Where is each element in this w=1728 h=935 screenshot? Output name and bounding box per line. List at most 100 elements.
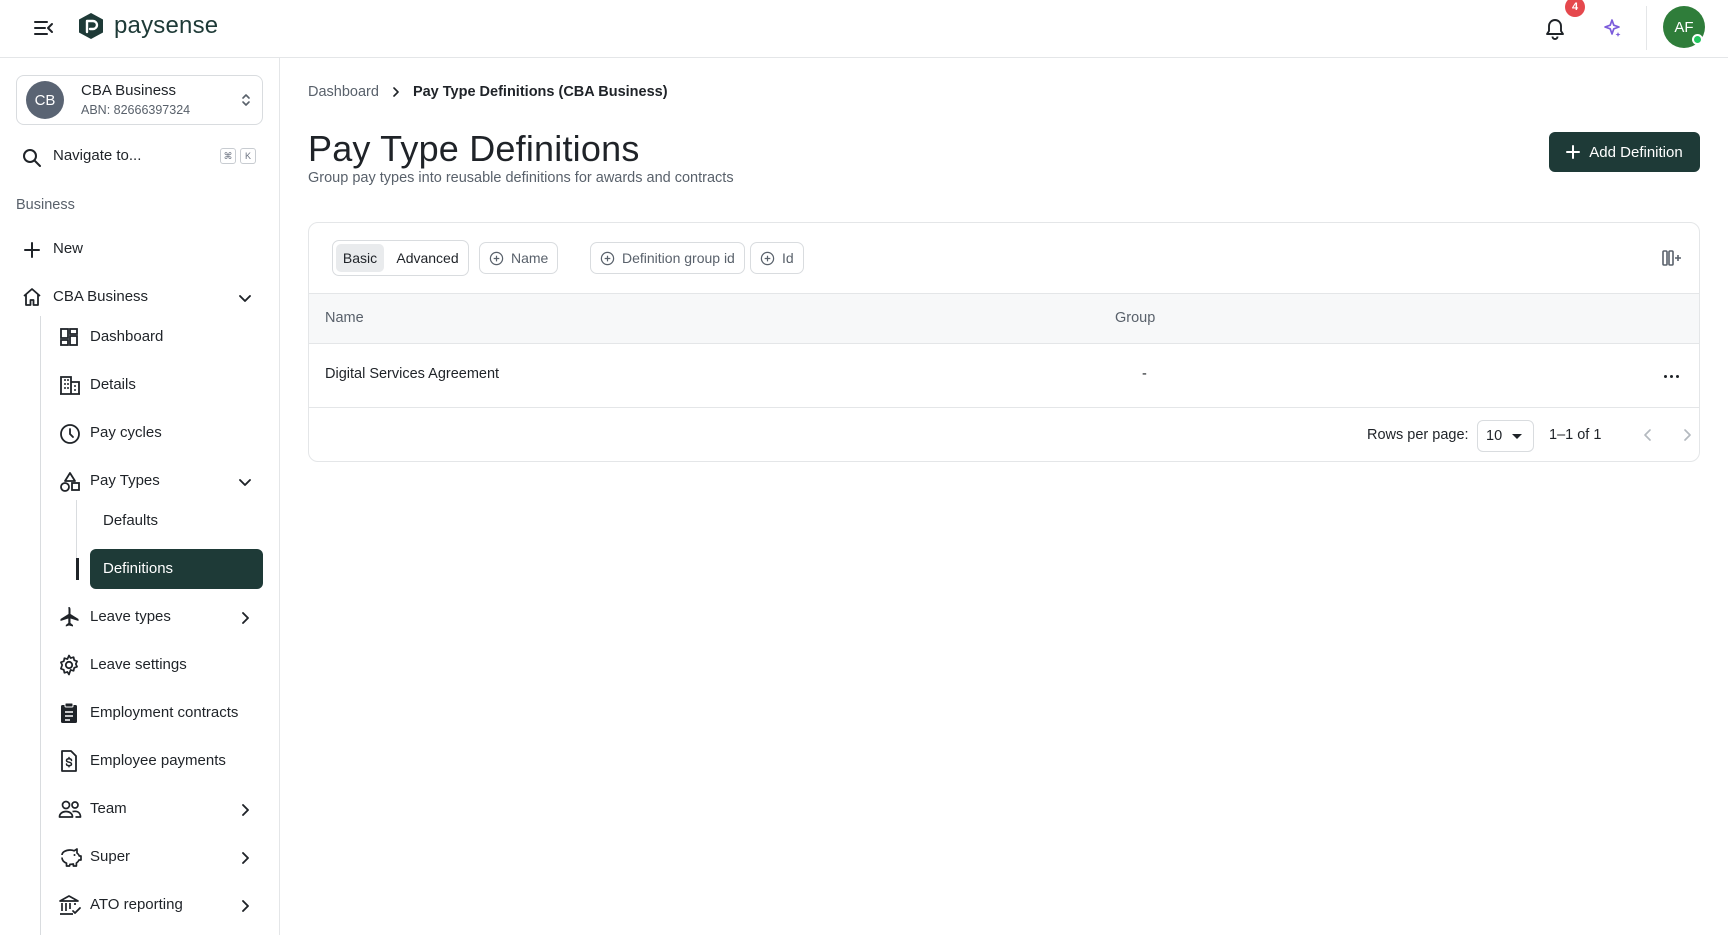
piggy-bank-icon [61, 848, 82, 867]
sidebar-item-label: Employee payments [90, 752, 226, 769]
sidebar-item-employment-contracts[interactable]: Employment contracts [56, 695, 265, 731]
filter-mode-toggle: Basic Advanced [332, 240, 469, 276]
definitions-table-card: Basic Advanced Name Definition group id … [308, 222, 1700, 462]
rows-per-page-label: Rows per page: [1367, 427, 1469, 443]
chevron-right-icon [393, 87, 399, 97]
sidebar-item-leave-types[interactable]: Leave types [56, 599, 265, 635]
pagination-range: 1–1 of 1 [1549, 427, 1602, 443]
cell-name: Digital Services Agreement [325, 366, 500, 382]
sidebar-item-defaults[interactable]: Defaults [90, 503, 263, 539]
topbar-divider [1646, 6, 1647, 50]
business-avatar: CB [26, 81, 64, 119]
more-actions-icon[interactable] [1659, 366, 1683, 386]
sidebar-item-dashboard[interactable]: Dashboard [56, 319, 265, 355]
previous-page-icon[interactable] [1638, 425, 1658, 445]
sidebar-item-label: Dashboard [90, 328, 164, 345]
chevron-right-icon [242, 900, 249, 912]
top-bar: paysense 4 AF [0, 0, 1728, 58]
filter-chip-id[interactable]: Id [750, 242, 804, 274]
plus-circle-icon [489, 251, 504, 265]
pagination: Rows per page: 10 1–1 of 1 [309, 408, 1699, 461]
column-header-name[interactable]: Name [325, 310, 364, 326]
add-definition-button[interactable]: Add Definition [1549, 132, 1700, 172]
shortcut-k-key: K [240, 148, 256, 164]
sidebar-item-label: Leave types [90, 608, 171, 625]
sidebar-item-label: Defaults [103, 512, 159, 529]
navigate-search[interactable]: Navigate to... ⌘ K [20, 142, 265, 172]
plus-icon [1566, 145, 1581, 159]
rows-per-page-select[interactable]: 10 [1477, 420, 1534, 452]
menu-collapse-icon[interactable] [30, 14, 58, 42]
main-content: Dashboard Pay Type Definitions (CBA Busi… [281, 58, 1728, 935]
notifications-bell-icon[interactable] [1540, 14, 1570, 44]
filter-bar: Basic Advanced Name Definition group id … [309, 223, 1699, 294]
table-header: Name Group [309, 294, 1699, 344]
filter-mode-advanced[interactable]: Advanced [389, 244, 466, 272]
sidebar-item-super[interactable]: Super [56, 839, 265, 875]
shortcut-cmd-key: ⌘ [220, 148, 236, 164]
bank-icon [59, 895, 81, 915]
sidebar-item-label: Pay Types [90, 472, 160, 489]
filter-chip-label: Id [782, 250, 794, 266]
sidebar-item-employee-payments[interactable]: Employee payments [56, 743, 265, 779]
sidebar: CB CBA Business ABN: 82666397324 Navigat… [0, 58, 280, 935]
manage-columns-icon[interactable] [1661, 248, 1683, 268]
sidebar-item-pay-types[interactable]: Pay Types [56, 463, 265, 499]
sidebar-item-definitions[interactable]: Definitions [90, 549, 263, 589]
people-icon [58, 800, 82, 818]
chevron-right-icon [242, 852, 249, 864]
sidebar-item-new[interactable]: New [20, 231, 265, 267]
dashboard-icon [60, 328, 78, 346]
sidebar-group-label: CBA Business [53, 288, 149, 305]
page-subtitle: Group pay types into reusable definition… [308, 170, 734, 186]
chevron-down-icon [239, 479, 251, 486]
clipboard-icon [61, 702, 77, 723]
plus-icon [24, 242, 40, 258]
column-header-group[interactable]: Group [1115, 310, 1155, 326]
logo[interactable]: paysense [78, 12, 218, 40]
building-icon [60, 376, 80, 395]
gear-icon [60, 654, 78, 676]
filter-chip-label: Name [511, 250, 549, 266]
navigate-search-label: Navigate to... [53, 147, 142, 164]
dollar-document-icon [61, 750, 77, 772]
clock-icon [60, 424, 80, 444]
page-title: Pay Type Definitions [308, 128, 640, 169]
sidebar-item-label: ATO reporting [90, 896, 183, 913]
plus-circle-icon [760, 251, 775, 265]
breadcrumb: Dashboard Pay Type Definitions (CBA Busi… [308, 84, 668, 100]
section-title-business: Business [16, 197, 75, 213]
breadcrumb-dashboard-link[interactable]: Dashboard [308, 84, 379, 100]
filter-chip-definition-group-id[interactable]: Definition group id [590, 242, 745, 274]
filter-chip-name[interactable]: Name [479, 242, 559, 274]
chevron-down-icon [239, 295, 251, 302]
active-indicator [76, 558, 79, 580]
next-page-icon[interactable] [1677, 425, 1697, 445]
sidebar-item-new-label: New [53, 240, 84, 257]
sidebar-item-details[interactable]: Details [56, 367, 265, 403]
sidebar-group-cba-business[interactable]: CBA Business [20, 279, 265, 315]
ai-sparkle-icon[interactable] [1597, 13, 1627, 43]
tree-guide-line [40, 316, 41, 935]
sidebar-item-ato-reporting[interactable]: ATO reporting [56, 887, 265, 923]
sidebar-item-label: Employment contracts [90, 704, 239, 721]
sidebar-item-pay-cycles[interactable]: Pay cycles [56, 415, 265, 451]
shapes-icon [60, 472, 80, 492]
add-definition-label: Add Definition [1589, 143, 1683, 161]
search-icon [23, 149, 41, 167]
business-name: CBA Business [81, 82, 177, 99]
business-abn: ABN: 82666397324 [81, 103, 191, 117]
table-row[interactable]: Digital Services Agreement - [309, 344, 1699, 408]
sidebar-item-label: Pay cycles [90, 424, 162, 441]
sidebar-item-team[interactable]: Team [56, 791, 265, 827]
filter-mode-basic[interactable]: Basic [336, 244, 384, 272]
sidebar-item-label: Super [90, 848, 131, 865]
plane-icon [60, 607, 79, 627]
sidebar-item-leave-settings[interactable]: Leave settings [56, 647, 265, 683]
business-switcher[interactable]: CB CBA Business ABN: 82666397324 [16, 75, 263, 125]
chevron-right-icon [242, 804, 249, 816]
sidebar-item-label: Team [90, 800, 127, 817]
online-status-dot [1692, 34, 1703, 45]
sidebar-item-label: Leave settings [90, 656, 187, 673]
logo-icon [79, 13, 103, 39]
